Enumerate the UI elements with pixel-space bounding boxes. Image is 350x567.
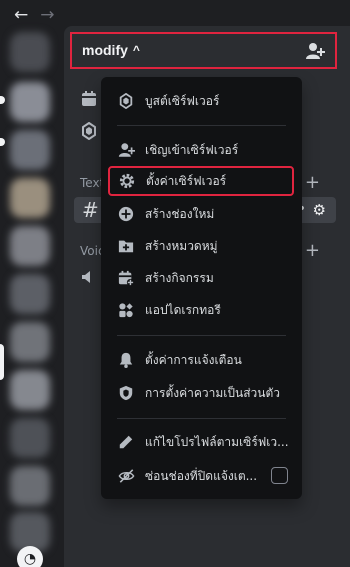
app-directory-icon: [117, 301, 135, 319]
folder-plus-icon: [117, 237, 135, 255]
menu-item-create-category[interactable]: สร้างหมวดหมู่: [109, 231, 294, 261]
menu-item-edit-server-profile[interactable]: แก้ไขโปรไฟล์ตามเซิร์ฟเว...: [109, 427, 294, 457]
menu-item-label: สร้างหมวดหมู่: [145, 238, 218, 253]
arrow-right-icon[interactable]: →: [40, 6, 54, 24]
server-icon[interactable]: [10, 274, 50, 314]
menu-item-label: แอปไดเรกทอรี: [145, 302, 221, 317]
boost-gem-icon: [117, 92, 135, 110]
calendar-plus-icon: [117, 269, 135, 287]
hash-icon: #: [82, 198, 99, 222]
menu-item-label: ซ่อนช่องที่ปิดแจ้งเต...: [145, 468, 258, 483]
menu-item-label: การตั้งค่าความเป็นส่วนตัว: [145, 385, 280, 400]
menu-item-app-directory[interactable]: แอปไดเรกทอรี: [109, 295, 294, 325]
invite-people-icon: [117, 141, 135, 159]
speaker-icon: [82, 271, 90, 283]
menu-divider: [117, 335, 286, 336]
pencil-icon: [117, 433, 135, 451]
menu-divider: [117, 418, 286, 419]
menu-item-boost[interactable]: บูสต์เซิร์ฟเวอร์: [109, 86, 294, 116]
unread-dot: [0, 138, 5, 146]
server-icon[interactable]: [10, 82, 50, 122]
menu-divider: [117, 125, 286, 126]
selected-server-pill: [0, 344, 4, 380]
chevron-up-icon: ^: [132, 43, 140, 57]
settings-gear-icon: [118, 172, 136, 190]
events-row[interactable]: [80, 90, 98, 108]
menu-item-label: แก้ไขโปรไฟล์ตามเซิร์ฟเว...: [145, 434, 289, 449]
server-icon[interactable]: [10, 178, 50, 218]
menu-item-hide-muted-channels[interactable]: ซ่อนช่องที่ปิดแจ้งเต...: [109, 461, 294, 491]
hide-muted-checkbox[interactable]: [271, 467, 288, 484]
server-menu: บูสต์เซิร์ฟเวอร์ เชิญเข้าเซิร์ฟเวอร์ ตั้…: [101, 77, 302, 499]
history-nav: ← →: [14, 6, 55, 24]
add-voice-channel-icon[interactable]: +: [305, 240, 320, 261]
server-icon[interactable]: [10, 32, 50, 72]
menu-item-label: สร้างช่องใหม่: [145, 206, 215, 221]
server-icon[interactable]: [10, 130, 50, 170]
server-header[interactable]: modify ^: [70, 32, 337, 69]
menu-item-server-settings[interactable]: ตั้งค่าเซิร์ฟเวอร์: [108, 166, 294, 196]
unread-dot: [0, 96, 5, 104]
boosts-row[interactable]: [80, 122, 98, 140]
boost-gem-icon: [82, 122, 96, 140]
eye-slash-icon: [117, 467, 135, 485]
menu-item-label: เชิญเข้าเซิร์ฟเวอร์: [145, 142, 239, 157]
menu-item-label: ตั้งค่าการแจ้งเตือน: [145, 352, 242, 367]
arrow-left-icon[interactable]: ←: [14, 6, 28, 24]
server-icon[interactable]: [10, 322, 50, 362]
menu-item-create-event[interactable]: สร้างกิจกรรม: [109, 263, 294, 293]
server-icon[interactable]: [10, 466, 50, 506]
add-text-channel-icon[interactable]: +: [305, 172, 320, 193]
discovery-icon[interactable]: ◔: [17, 546, 43, 567]
menu-item-label: ตั้งค่าเซิร์ฟเวอร์: [146, 173, 227, 188]
menu-item-invite[interactable]: เชิญเข้าเซิร์ฟเวอร์: [109, 135, 294, 165]
menu-item-create-channel[interactable]: สร้างช่องใหม่: [109, 199, 294, 229]
shield-icon: [117, 384, 135, 402]
plus-circle-icon: [117, 205, 135, 223]
voice-channel-row[interactable]: [80, 268, 98, 286]
server-rail: ◔: [0, 26, 54, 567]
bell-icon: [117, 351, 135, 369]
menu-item-privacy-settings[interactable]: การตั้งค่าความเป็นส่วนตัว: [109, 378, 294, 408]
menu-item-notification-settings[interactable]: ตั้งค่าการแจ้งเตือน: [109, 345, 294, 375]
server-icon[interactable]: [10, 418, 50, 458]
channel-settings-icon[interactable]: ⚙: [313, 201, 326, 219]
server-icon[interactable]: [10, 370, 50, 410]
server-icon[interactable]: [10, 226, 50, 266]
menu-item-label: บูสต์เซิร์ฟเวอร์: [145, 93, 220, 108]
server-name: modify: [82, 42, 128, 58]
add-member-icon[interactable]: [305, 42, 325, 60]
calendar-icon: [82, 91, 96, 106]
menu-item-label: สร้างกิจกรรม: [145, 270, 214, 285]
